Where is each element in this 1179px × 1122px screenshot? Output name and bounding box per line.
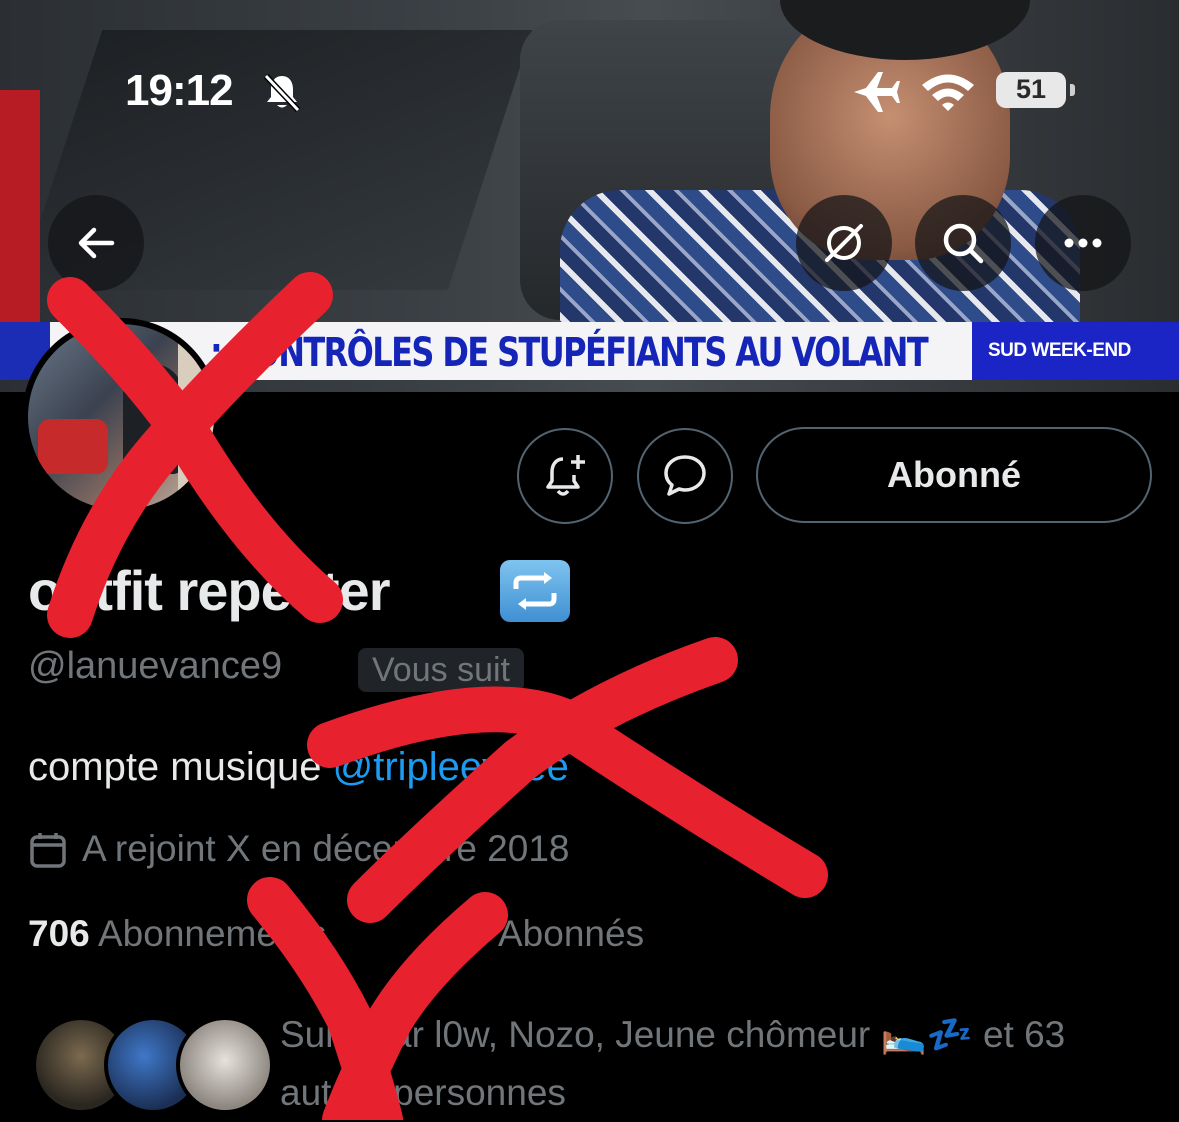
calendar-icon [30, 833, 66, 868]
bio-text: compte musique [28, 745, 333, 789]
following-link[interactable]: 706 Abonnements [28, 913, 326, 954]
followers-label: Abonnés [498, 913, 645, 954]
grok-icon [825, 224, 863, 262]
message-icon [664, 455, 706, 496]
status-time: 19:12 [125, 66, 234, 115]
avatar[interactable] [22, 318, 220, 516]
more-button[interactable] [1035, 195, 1131, 291]
following-label: Abonnements [97, 913, 327, 954]
repeat-icon [513, 572, 557, 610]
status-bar: 19:12 51 [0, 60, 1179, 120]
search-icon [943, 223, 984, 264]
back-button[interactable] [48, 195, 144, 291]
follows-you-badge: Vous suit [358, 648, 524, 692]
avatar [176, 1016, 274, 1114]
repeat-emoji [500, 560, 570, 622]
banner-red-strip [0, 90, 40, 350]
battery-icon: 51 [996, 72, 1066, 108]
mutual-followers-text[interactable]: Suivi par l0w, Nozo, Jeune chômeur 🛌💤 et… [280, 1006, 1140, 1122]
search-button[interactable] [915, 195, 1011, 291]
battery-level: 51 [1015, 74, 1047, 104]
bell-slash-icon [263, 73, 301, 113]
airplane-icon [854, 72, 900, 112]
notification-bell-plus-icon [546, 455, 585, 496]
back-arrow-icon [78, 227, 115, 259]
display-name: outfit repeater [28, 559, 390, 622]
ticker-brand: SUD WEEK-END [972, 322, 1179, 380]
follow-stats: 706 Abonnements Abonnés [28, 913, 644, 955]
more-icon [1064, 238, 1102, 248]
battery-tip [1070, 84, 1075, 96]
message-button[interactable] [637, 428, 733, 524]
following-count: 706 [28, 913, 90, 954]
followers-link[interactable]: Abonnés [498, 913, 644, 955]
ticker-headline: : CONTRÔLES DE STUPÉFIANTS AU VOLANT [210, 330, 929, 376]
avatar-person [123, 364, 183, 474]
avatar-car [38, 419, 108, 474]
bio: compte musique @tripleeveee [28, 745, 569, 790]
notifications-button[interactable] [517, 428, 613, 524]
grok-button[interactable] [796, 195, 892, 291]
wifi-icon [922, 74, 974, 111]
mutual-followers-avatars[interactable] [32, 1016, 274, 1114]
profile-banner[interactable]: : CONTRÔLES DE STUPÉFIANTS AU VOLANT SUD… [0, 0, 1179, 392]
bio-mention-link[interactable]: @tripleeveee [333, 745, 569, 789]
avatar-wall [178, 324, 214, 510]
ticker-brand-label: SUD WEEK-END [988, 340, 1131, 361]
following-button[interactable]: Abonné [756, 427, 1152, 523]
user-handle: @lanuevance9 [28, 645, 283, 687]
join-date-text: A rejoint X en décembre 2018 [82, 828, 570, 869]
avatar-image [28, 324, 214, 510]
